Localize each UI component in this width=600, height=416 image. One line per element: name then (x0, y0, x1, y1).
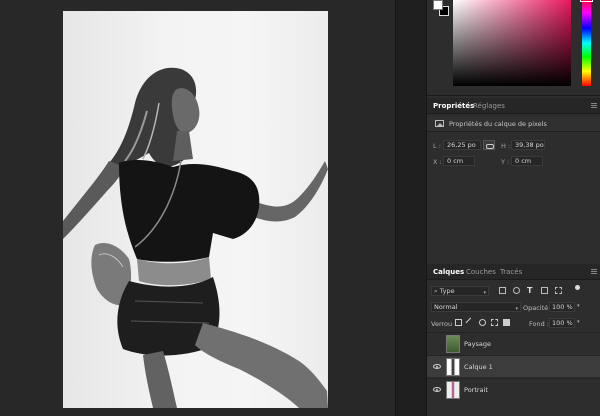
document-image[interactable] (63, 11, 328, 408)
layer-thumbnail (446, 335, 460, 353)
hue-slider-handle[interactable] (580, 0, 593, 2)
layer-row[interactable]: Calque 1 (427, 355, 600, 377)
panel-menu-icon[interactable] (591, 269, 597, 274)
lock-label: Verrou : (431, 320, 457, 328)
layer-row[interactable]: Portrait (427, 378, 600, 400)
chevron-down-icon: ▾ (515, 306, 518, 312)
saturation-value-field[interactable] (453, 0, 571, 86)
foreground-swatch[interactable] (433, 0, 443, 10)
layer-filter-label: Type (439, 287, 455, 295)
canvas-area[interactable] (0, 0, 395, 416)
properties-title: Propriétés du calque de pixels (449, 120, 547, 128)
image-icon (435, 120, 444, 127)
chevron-down-icon[interactable]: ▾ (577, 303, 580, 309)
properties-title-row: Propriétés du calque de pixels (427, 116, 600, 132)
shape-icon[interactable] (541, 287, 548, 294)
opacity-label: Opacité : (523, 304, 553, 312)
tab-properties[interactable]: Propriétés (433, 102, 474, 110)
chevron-down-icon: ▾ (483, 290, 486, 296)
width-label: L : (433, 142, 441, 150)
fill-field[interactable]: 100 % (549, 318, 575, 328)
height-field[interactable]: 39,38 po (511, 140, 545, 150)
hue-slider[interactable] (582, 0, 591, 86)
layer-name[interactable]: Paysage (464, 340, 491, 348)
panel-menu-icon[interactable] (591, 103, 597, 108)
tab-paths[interactable]: Tracés (500, 268, 522, 276)
filter-toggle[interactable] (575, 285, 580, 290)
eye-icon[interactable] (433, 364, 441, 369)
properties-panel: Propriétés Réglages Propriétés du calque… (427, 98, 600, 264)
y-label: Y : (501, 158, 510, 166)
chevron-down-icon[interactable]: ▾ (577, 319, 580, 325)
adjustment-icon[interactable] (513, 287, 520, 294)
color-picker (427, 0, 600, 96)
smart-object-icon[interactable] (555, 287, 562, 294)
image-icon[interactable] (499, 287, 506, 294)
artboard-icon[interactable] (491, 319, 498, 326)
layer-thumbnail (446, 358, 460, 376)
y-field[interactable]: 0 cm (511, 156, 543, 166)
link-icon[interactable] (483, 140, 495, 150)
panel-dock-strip (395, 0, 427, 416)
right-panel: Propriétés Réglages Propriétés du calque… (427, 0, 600, 416)
blend-mode-value: Normal (434, 303, 458, 311)
lock-transparent-icon[interactable] (455, 319, 462, 326)
search-icon: ⌕ (434, 287, 438, 295)
fill-label: Fond : (529, 320, 549, 328)
lock-icon[interactable] (503, 319, 510, 326)
eye-icon[interactable] (433, 387, 441, 392)
layer-thumbnail (446, 381, 460, 399)
opacity-field[interactable]: 100 % (549, 302, 575, 312)
move-icon[interactable] (479, 319, 486, 326)
tab-adjustments[interactable]: Réglages (473, 102, 505, 110)
layer-row[interactable]: Paysage (427, 332, 600, 354)
layers-panel: Calques Couches Tracés ⌕ Type ▾ T Normal… (427, 264, 600, 416)
brush-icon[interactable] (465, 317, 476, 328)
tab-channels[interactable]: Couches (466, 268, 496, 276)
height-label: H : (501, 142, 511, 150)
x-label: X : (433, 158, 442, 166)
x-field[interactable]: 0 cm (443, 156, 475, 166)
tab-layers[interactable]: Calques (433, 268, 464, 276)
layer-name[interactable]: Portrait (464, 386, 488, 394)
layer-filter-select[interactable]: ⌕ Type ▾ (431, 286, 489, 296)
properties-tabs: Propriétés Réglages (427, 98, 600, 114)
width-field[interactable]: 26,25 po (443, 140, 481, 150)
layers-tabs: Calques Couches Tracés (427, 264, 600, 280)
photo-figure (63, 67, 328, 408)
blend-mode-select[interactable]: Normal ▾ (431, 302, 521, 312)
type-icon[interactable]: T (527, 287, 534, 295)
layer-name[interactable]: Calque 1 (464, 363, 493, 371)
